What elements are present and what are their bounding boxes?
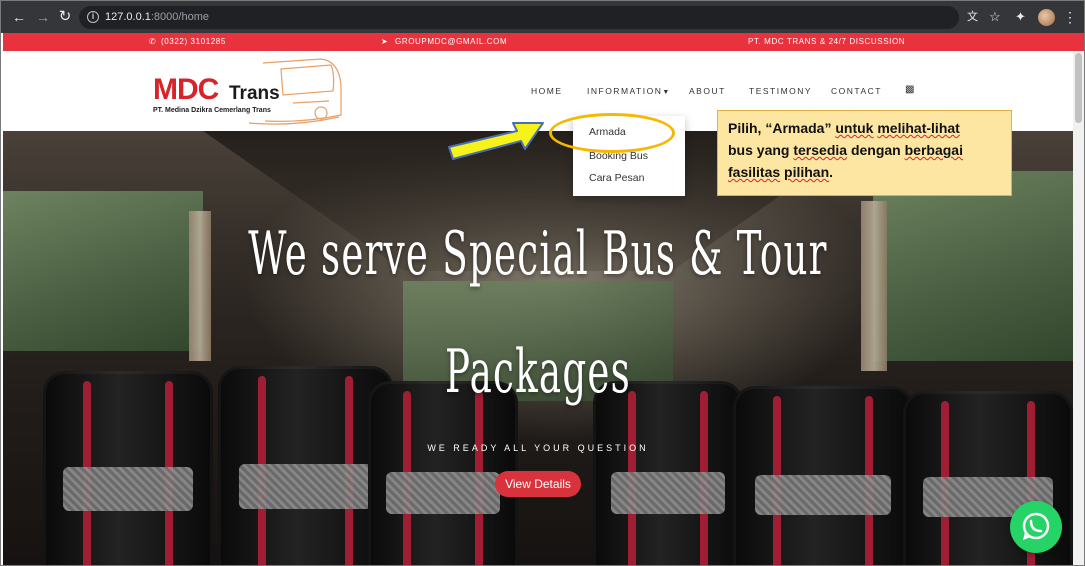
callout-text: . xyxy=(829,164,834,180)
pointer-arrow-icon xyxy=(448,122,544,160)
whatsapp-icon xyxy=(1022,512,1050,540)
nav-information-label: INFORMATION xyxy=(587,86,663,96)
hero-section: We serve Special Bus & Tour Packages WE … xyxy=(3,131,1073,565)
topbar-email[interactable]: GROUPMDC@GMAIL.COM xyxy=(395,37,507,46)
callout-text: bus yang xyxy=(728,142,794,158)
nav-home[interactable]: HOME xyxy=(531,86,563,96)
bus-icon[interactable]: ▩ xyxy=(905,84,916,95)
phone-icon: ✆ xyxy=(149,37,157,46)
send-icon: ➤ xyxy=(381,37,389,46)
site-info-icon[interactable]: i xyxy=(87,11,99,23)
scrollbar-thumb[interactable] xyxy=(1075,53,1082,123)
logo-subtitle: PT. Medina Dzikra Cemerlang Trans xyxy=(153,107,271,114)
callout-text: berbagai xyxy=(904,142,963,158)
instruction-callout: Pilih, “Armada” untuk melihat-lihat bus … xyxy=(717,110,1012,196)
nav-testimony[interactable]: TESTIMONY xyxy=(749,86,812,96)
top-info-bar: ✆ (0322) 3101285 ➤ GROUPMDC@GMAIL.COM PT… xyxy=(3,33,1084,51)
logo-mdc: MDC xyxy=(153,73,219,106)
nav-about[interactable]: ABOUT xyxy=(689,86,726,96)
callout-line-3: fasilitas pilihan. xyxy=(728,161,1001,183)
nav-information[interactable]: INFORMATION▼ xyxy=(587,86,671,96)
reload-icon[interactable]: ↻ xyxy=(57,9,73,25)
callout-text: dengan xyxy=(847,142,905,158)
logo-trans: Trans xyxy=(229,83,280,104)
topbar-phone[interactable]: (0322) 3101285 xyxy=(161,37,226,46)
screenshot-frame: ← → ↻ i 127.0.0.1:8000/home 文 ☆ ✦ ⋮ ✆ (0… xyxy=(0,0,1085,566)
view-details-button[interactable]: View Details xyxy=(495,471,581,497)
extensions-puzzle-icon[interactable]: ✦ xyxy=(1015,9,1026,25)
browser-toolbar: ← → ↻ i 127.0.0.1:8000/home 文 ☆ ✦ ⋮ xyxy=(1,1,1084,33)
nav-contact[interactable]: CONTACT xyxy=(831,86,882,96)
address-bar[interactable]: i 127.0.0.1:8000/home xyxy=(79,6,959,29)
url-host: 127.0.0.1 xyxy=(105,11,151,23)
url-path: :8000/home xyxy=(150,11,209,23)
browser-menu-icon[interactable]: ⋮ xyxy=(1063,9,1077,25)
callout-line-2: bus yang tersedia dengan berbagai xyxy=(728,139,1001,161)
bookmark-star-icon[interactable]: ☆ xyxy=(989,9,1001,25)
callout-text: tersedia xyxy=(793,142,848,158)
callout-line-1: Pilih, “Armada” untuk melihat-lihat xyxy=(728,117,1001,139)
caret-down-icon: ▼ xyxy=(662,89,671,96)
back-icon[interactable]: ← xyxy=(11,9,27,25)
forward-icon[interactable]: → xyxy=(35,9,51,25)
page-scrollbar[interactable] xyxy=(1073,51,1084,565)
hero-title-line1: We serve Special Bus & Tour xyxy=(248,219,828,289)
address-url: 127.0.0.1:8000/home xyxy=(105,11,209,23)
highlight-oval xyxy=(549,113,675,153)
topbar-tagline: PT. MDC TRANS & 24/7 DISCUSSION xyxy=(748,37,906,46)
site-logo[interactable]: MDC Trans PT. Medina Dzikra Cemerlang Tr… xyxy=(153,55,353,127)
whatsapp-button[interactable] xyxy=(1010,501,1062,553)
callout-text: pilihan xyxy=(784,164,830,180)
hero-subtitle: WE READY ALL YOUR QUESTION xyxy=(427,443,649,453)
profile-avatar[interactable] xyxy=(1038,9,1055,26)
callout-text: fasilitas xyxy=(728,164,781,180)
dropdown-item-cara-pesan[interactable]: Cara Pesan xyxy=(589,172,644,184)
callout-text: melihat-lihat xyxy=(877,120,960,136)
callout-text: Pilih, “Armada” xyxy=(728,120,836,136)
translate-icon[interactable]: 文 xyxy=(967,9,978,25)
callout-text: untuk xyxy=(835,120,874,136)
hero-title-line2: Packages xyxy=(445,337,631,407)
